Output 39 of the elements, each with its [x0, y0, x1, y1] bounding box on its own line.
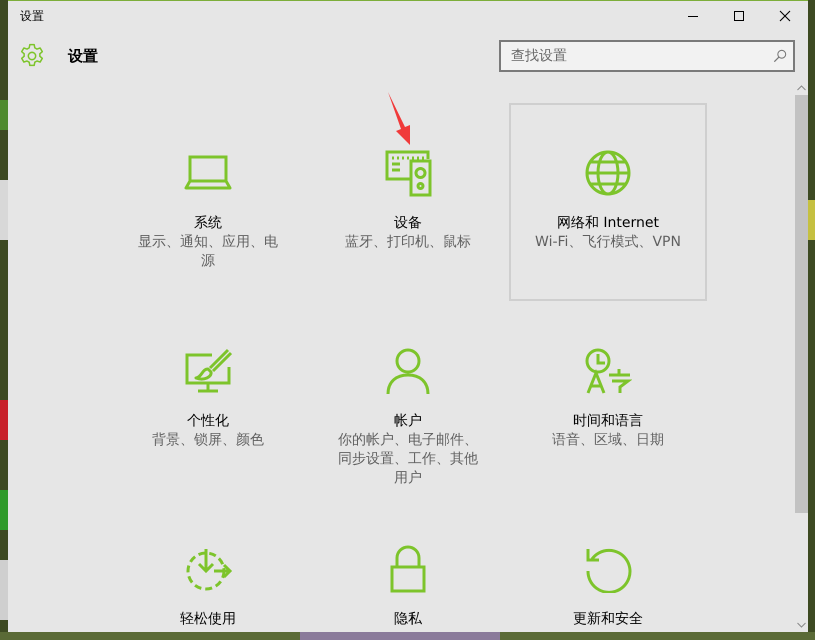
category-tile[interactable]: 个性化 背景、锁屏、颜色	[109, 301, 307, 499]
category-title: 帐户	[394, 412, 422, 431]
category-tile[interactable]: 系统 显示、通知、应用、电源	[109, 103, 307, 301]
globe-icon	[584, 149, 632, 197]
category-title: 更新和安全	[573, 610, 643, 629]
scroll-down-icon[interactable]	[797, 622, 806, 628]
category-title: 个性化	[187, 412, 229, 431]
category-tile[interactable]: 设备 蓝牙、打印机、鼠标	[309, 103, 507, 301]
category-title: 系统	[194, 214, 222, 233]
search-icon	[773, 49, 787, 63]
maximize-icon	[733, 10, 745, 22]
window-title: 设置	[20, 8, 44, 24]
scrollbar-thumb[interactable]	[795, 95, 808, 513]
category-tile[interactable]: 帐户 你的帐户、电子邮件、同步设置、工作、其他用户	[309, 301, 507, 499]
settings-icon	[19, 43, 45, 69]
category-title: 隐私	[394, 610, 422, 629]
category-description: 蓝牙、打印机、鼠标	[344, 233, 472, 252]
person-icon	[384, 347, 432, 395]
category-description: 语音、区域、日期	[551, 431, 665, 450]
category-tile[interactable]: 时间和语言 语音、区域、日期	[509, 301, 707, 499]
category-title: 轻松使用	[180, 610, 236, 629]
category-description: 背景、锁屏、颜色	[151, 431, 265, 450]
category-tile[interactable]: 轻松使用	[109, 499, 307, 632]
category-title: 网络和 Internet	[556, 214, 660, 233]
category-title: 时间和语言	[573, 412, 643, 431]
monitor-brush-icon	[184, 347, 232, 395]
category-description: 你的帐户、电子邮件、同步设置、工作、其他用户	[337, 431, 479, 488]
category-tile[interactable]: 隐私	[309, 499, 507, 632]
page-title: 设置	[68, 46, 98, 66]
close-icon	[779, 10, 791, 22]
clock-language-icon	[584, 347, 632, 395]
category-tile[interactable]: 网络和 Internet Wi-Fi、飞行模式、VPN	[509, 103, 707, 301]
category-tile[interactable]: 更新和安全	[509, 499, 707, 632]
category-description: 显示、通知、应用、电源	[137, 233, 279, 271]
keyboard-speaker-icon	[384, 149, 432, 197]
search-field[interactable]: 查找设置	[499, 40, 795, 72]
category-title: 设备	[394, 214, 422, 233]
scroll-up-icon[interactable]	[797, 85, 806, 91]
category-description: Wi-Fi、飞行模式、VPN	[534, 233, 682, 252]
